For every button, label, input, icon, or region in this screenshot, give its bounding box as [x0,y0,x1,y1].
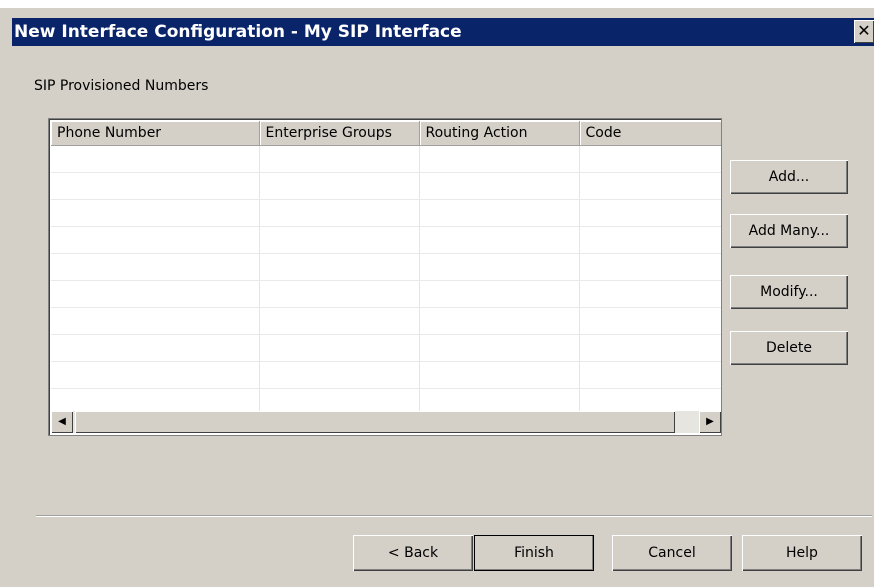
table-cell [419,334,580,362]
table-cell [259,172,420,200]
cancel-button[interactable]: Cancel [612,535,732,571]
scroll-left-arrow-icon[interactable]: ◀ [51,411,73,433]
table-row[interactable] [51,280,721,308]
table-cell [419,361,580,389]
table-row[interactable] [51,334,721,362]
table-cell [579,280,721,308]
table-row[interactable] [51,307,721,335]
section-label: SIP Provisioned Numbers [34,78,209,94]
scrollbar-thumb[interactable] [75,411,675,433]
table-cell [51,253,260,281]
add-button[interactable]: Add... [730,160,848,194]
table-cell [579,361,721,389]
modify-button[interactable]: Modify... [730,275,848,309]
finish-button[interactable]: Finish [474,535,594,571]
table-cell [419,145,580,173]
table-cell [579,307,721,335]
back-button[interactable]: < Back [353,535,473,571]
column-header-code[interactable]: Code [579,121,721,146]
table-cell [579,334,721,362]
table-cell [579,226,721,254]
table-cell [579,199,721,227]
delete-button[interactable]: Delete [730,331,848,365]
column-header-routing-action[interactable]: Routing Action [419,121,580,146]
table-cell [579,253,721,281]
table-cell [259,253,420,281]
table-cell [51,226,260,254]
table-cell [419,199,580,227]
table-cell [51,361,260,389]
add-many-button[interactable]: Add Many... [730,214,848,248]
table-row[interactable] [51,361,721,389]
table-cell [419,307,580,335]
close-icon[interactable]: ✕ [854,20,874,43]
table-cell [259,307,420,335]
table-cell [259,334,420,362]
column-header-phone-number[interactable]: Phone Number [51,121,260,146]
table-cell [51,199,260,227]
table-cell [51,145,260,173]
table-row[interactable] [51,145,721,173]
column-header-enterprise-groups[interactable]: Enterprise Groups [259,121,420,146]
table-cell [51,172,260,200]
table-cell [579,145,721,173]
table-row[interactable] [51,226,721,254]
title-bar: New Interface Configuration - My SIP Int… [12,18,874,46]
table-row[interactable] [51,253,721,281]
table-cell [259,199,420,227]
table-cell [419,172,580,200]
footer-separator [36,515,872,517]
table-cell [419,280,580,308]
help-button[interactable]: Help [742,535,862,571]
table-cell [419,226,580,254]
table-header-row: Phone Number Enterprise Groups Routing A… [51,121,721,146]
table-cell [259,280,420,308]
window-title: New Interface Configuration - My SIP Int… [14,22,462,42]
table-cell [419,253,580,281]
table-cell [259,226,420,254]
table-cell [259,145,420,173]
table-cell [51,334,260,362]
table-cell [51,307,260,335]
table-cell [259,361,420,389]
table-cell [579,172,721,200]
horizontal-scrollbar[interactable]: ◀ ▶ [51,411,721,433]
table-body [51,145,721,416]
provisioned-numbers-table[interactable]: Phone Number Enterprise Groups Routing A… [48,118,722,436]
scroll-right-arrow-icon[interactable]: ▶ [699,411,721,433]
table-cell [51,280,260,308]
table-row[interactable] [51,199,721,227]
table-row[interactable] [51,172,721,200]
